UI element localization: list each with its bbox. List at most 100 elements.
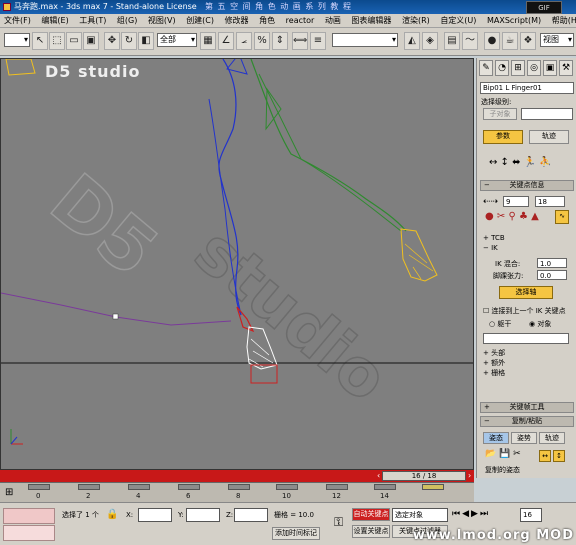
tab-parameters[interactable]: 参数: [483, 130, 523, 144]
maxscript-listener[interactable]: [3, 508, 55, 524]
select-icon[interactable]: ↖: [32, 32, 48, 50]
tab-trajectories[interactable]: 轨迹: [529, 130, 569, 144]
auto-key-button[interactable]: 自动关键点: [352, 508, 390, 521]
align-tool-icon[interactable]: ◈: [422, 32, 438, 50]
key-frame-field[interactable]: 18: [535, 196, 565, 207]
select-by-name-icon[interactable]: ⬚: [49, 32, 65, 50]
grid-rollout[interactable]: + 栅格: [483, 369, 505, 378]
paste-opposite-icon[interactable]: ↕: [553, 450, 565, 462]
keyframe-filter-icon[interactable]: ⊞: [5, 487, 13, 498]
menu-rendering[interactable]: 渲染(R): [398, 14, 434, 27]
prev-next-key-icons[interactable]: ⇠⇢: [483, 198, 498, 207]
utilities-icon[interactable]: ⚒: [559, 60, 573, 76]
copy-paste-rollout[interactable]: − 复制/粘贴: [480, 416, 574, 427]
trajectory-key[interactable]: [112, 313, 119, 320]
menu-character[interactable]: 角色: [255, 14, 279, 27]
menu-reactor[interactable]: reactor: [282, 14, 319, 27]
head-rollout[interactable]: + 头部: [483, 349, 505, 358]
object-radio[interactable]: ◉ 对象: [529, 320, 551, 329]
render-view-dropdown[interactable]: 视图: [540, 33, 574, 47]
time-next-icon[interactable]: ›: [468, 471, 471, 480]
move-icon[interactable]: ✥: [104, 32, 120, 50]
key-type-icons[interactable]: ● ✂ ⚲ ♣ ▲: [485, 212, 539, 222]
current-frame-field[interactable]: 16: [520, 508, 542, 522]
add-time-tag-button[interactable]: 添加时间标记: [272, 527, 320, 540]
rear-leg-green-2[interactable]: [258, 73, 402, 232]
lock-icon[interactable]: 🔒: [106, 509, 118, 520]
menu-tools[interactable]: 工具(T): [75, 14, 110, 27]
copy-tab-posture[interactable]: 姿态: [483, 432, 509, 444]
scale-icon[interactable]: ◧: [138, 32, 154, 50]
perspective-viewport[interactable]: D5 studio D5 studio: [0, 58, 474, 470]
menu-help[interactable]: 帮助(H): [548, 14, 576, 27]
pivot-icon[interactable]: ▦: [200, 32, 216, 50]
layer-manager-icon[interactable]: ▤: [444, 32, 460, 50]
key-tools-rollout[interactable]: + 关键帧工具: [480, 402, 574, 413]
playback-controls[interactable]: ⏮◀▶⏭: [452, 509, 490, 519]
paste-icon[interactable]: ↔: [539, 450, 551, 462]
menu-edit[interactable]: 编辑(E): [37, 14, 72, 27]
object-name-field[interactable]: Bip01 L Finger01: [480, 82, 574, 94]
sub-object-dropdown[interactable]: [521, 108, 573, 120]
menu-create[interactable]: 创建(C): [182, 14, 218, 27]
menu-group[interactable]: 组(G): [113, 14, 141, 27]
percent-snap-icon[interactable]: %: [254, 32, 270, 50]
spinner-snap-icon[interactable]: ⇕: [272, 32, 288, 50]
sub-object-button[interactable]: 子对象: [483, 108, 517, 120]
biped-nav-icons[interactable]: ↔ ↕ ⬌ 🏃 ⛹: [489, 158, 552, 168]
create-icon[interactable]: ✎: [479, 60, 493, 76]
hoof-right[interactable]: [400, 228, 438, 282]
render-scene-icon[interactable]: ☕: [502, 32, 518, 50]
motion-icon[interactable]: ◎: [527, 60, 541, 76]
rotate-icon[interactable]: ↻: [121, 32, 137, 50]
angle-snap-icon[interactable]: ⦟: [236, 32, 252, 50]
green-bone-joint[interactable]: [265, 87, 282, 131]
hoof-left-top[interactable]: [5, 59, 36, 76]
body-radio[interactable]: ○ 躯干: [489, 320, 511, 329]
menu-graph-editors[interactable]: 图表编辑器: [347, 14, 395, 27]
region-select-icon[interactable]: ▭: [66, 32, 82, 50]
set-key-button[interactable]: 设置关键点: [352, 525, 390, 538]
pivot-object-field[interactable]: [483, 333, 569, 344]
z-coordinate-field[interactable]: [234, 508, 268, 522]
key-info-rollout[interactable]: − 关键点信息: [480, 180, 574, 191]
selection-filter-dropdown[interactable]: 全部: [157, 33, 197, 47]
align-icon[interactable]: ≡: [310, 32, 326, 50]
hierarchy-icon[interactable]: ⊞: [511, 60, 525, 76]
maxscript-output[interactable]: [3, 525, 55, 541]
mirror-icon[interactable]: ⟺: [292, 32, 308, 50]
modify-icon[interactable]: ◔: [495, 60, 509, 76]
copy-tab-pose[interactable]: 姿势: [511, 432, 537, 444]
curve-icon[interactable]: ∿: [555, 210, 569, 224]
key-selection-dropdown[interactable]: 选定对象: [392, 508, 448, 522]
copy-paste-icons[interactable]: 📂 💾 ✂: [485, 450, 521, 459]
named-selection-dropdown[interactable]: [332, 33, 398, 47]
window-crossing-icon[interactable]: ▣: [83, 32, 99, 50]
copy-tab-track[interactable]: 轨迹: [539, 432, 565, 444]
time-slider[interactable]: 16 / 18: [382, 471, 466, 481]
rear-leg-green[interactable]: [250, 59, 407, 232]
menu-file[interactable]: 文件(F): [0, 14, 35, 27]
time-prev-icon[interactable]: ‹: [377, 471, 380, 480]
curve-editor-icon[interactable]: 〜: [462, 32, 478, 50]
menu-modifiers[interactable]: 修改器: [221, 14, 253, 27]
key-number-field[interactable]: 9: [503, 196, 529, 207]
y-coordinate-field[interactable]: [186, 508, 220, 522]
snap-3d-icon[interactable]: ∠: [218, 32, 234, 50]
track-bar[interactable]: 0 2 4 6 8 10 12 14 ⊞: [0, 482, 474, 502]
join-prev-ik-checkbox[interactable]: ☐ 连接到上一个 IK 关键点: [483, 307, 566, 316]
display-icon[interactable]: ▣: [543, 60, 557, 76]
material-editor-icon[interactable]: ●: [484, 32, 500, 50]
ankle-tension-field[interactable]: 0.0: [537, 270, 567, 280]
quick-render-icon[interactable]: ❖: [520, 32, 536, 50]
menu-views[interactable]: 视图(V): [144, 14, 180, 27]
select-pivot-button[interactable]: 选择轴: [499, 286, 553, 299]
current-key-marker[interactable]: [422, 484, 444, 490]
ik-blend-field[interactable]: 1.0: [537, 258, 567, 268]
undo-dropdown[interactable]: [4, 33, 30, 47]
x-coordinate-field[interactable]: [138, 508, 172, 522]
menu-customize[interactable]: 自定义(U): [436, 14, 480, 27]
menu-maxscript[interactable]: MAXScript(M): [483, 14, 545, 27]
mirror-tool-icon[interactable]: ◭: [404, 32, 420, 50]
menu-animation[interactable]: 动画: [321, 14, 345, 27]
